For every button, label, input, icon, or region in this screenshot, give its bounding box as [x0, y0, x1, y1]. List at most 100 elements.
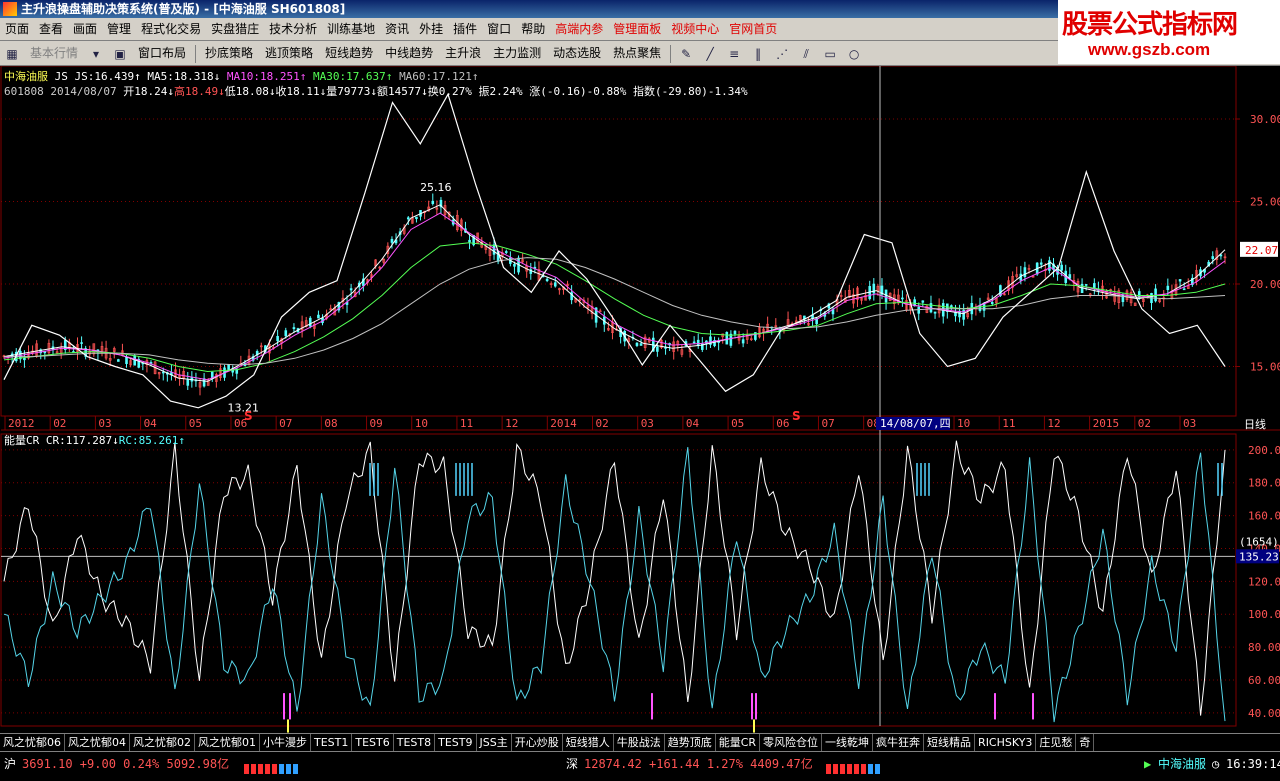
price-panel-frame — [0, 66, 1237, 417]
app-icon — [3, 2, 17, 16]
tab-formula[interactable]: 牛股战法 — [614, 734, 665, 751]
line-tool-icon[interactable]: ╱ — [701, 46, 719, 62]
stock-chart[interactable]: 30.00 25.00 20.00 15.00 200.00 180.00 160.00 14… — [0, 66, 1280, 733]
date-tick-label: 03 — [98, 417, 111, 430]
menu-item-page[interactable]: 页面 — [0, 18, 34, 40]
menu-item-view[interactable]: 查看 — [34, 18, 68, 40]
tab-formula[interactable]: TEST1 — [311, 734, 353, 751]
candle-body — [545, 278, 549, 282]
tab-formula[interactable]: 短线猎人 — [563, 734, 614, 751]
parallel-line-icon[interactable]: ≡ — [725, 46, 743, 62]
menu-item-training[interactable]: 训练基地 — [322, 18, 380, 40]
date-tick-label: 06 — [776, 417, 789, 430]
sh-label: 沪 — [4, 757, 17, 771]
date-tick-label: 02 — [53, 417, 66, 430]
date-tick-label: 04 — [144, 417, 158, 430]
circle-icon[interactable]: ○ — [845, 46, 863, 62]
cursor-value-label: 135.23 — [1239, 550, 1279, 563]
menu-item-video-center[interactable]: 视频中心 — [666, 18, 724, 40]
series-line-ma30 — [3, 242, 1226, 373]
toolbar-main-force[interactable]: 主力监测 — [487, 41, 547, 65]
tab-formula[interactable]: 一线乾坤 — [822, 734, 874, 751]
menu-item-home[interactable]: 官网首页 — [724, 18, 782, 40]
menu-item-screen[interactable]: 画面 — [68, 18, 102, 40]
candle-body — [23, 357, 26, 361]
draw-pen-icon[interactable]: ✎ — [677, 46, 695, 62]
toolbar-short-trend[interactable]: 短线趋势 — [319, 41, 379, 65]
chevron-down-icon[interactable]: ▾ — [87, 46, 105, 62]
date-tick-label: 03 — [641, 417, 654, 430]
toolbar-main-wave[interactable]: 主升浪 — [439, 41, 487, 65]
tab-formula[interactable]: 短线精品 — [924, 734, 976, 751]
series-line-ma5 — [3, 204, 1226, 382]
sh-index-values: 3691.10 +9.00 0.24% 5092.98亿 — [22, 757, 230, 771]
tab-formula[interactable]: TEST6 — [352, 734, 394, 751]
menu-item-plugin-ext[interactable]: 外挂 — [414, 18, 448, 40]
candle-body — [1023, 267, 1027, 278]
channel-icon[interactable]: ⫽ — [797, 46, 815, 62]
tab-formula[interactable]: 疯牛狂奔 — [873, 734, 925, 751]
grid-icon[interactable]: ▦ — [3, 46, 21, 62]
tab-formula[interactable]: 开心炒股 — [512, 734, 563, 751]
tab-formula[interactable]: TEST8 — [394, 734, 436, 751]
tab-formula[interactable]: 零风险仓位 — [760, 734, 823, 751]
menu-item-premium[interactable]: 高端内参 — [550, 18, 608, 40]
menu-item-tech-analysis[interactable]: 技术分析 — [264, 18, 322, 40]
tab-formula-active[interactable]: 能量CR — [716, 734, 761, 751]
tab-formula[interactable]: JSS主 — [477, 734, 512, 751]
toolbar-window-layout[interactable]: 窗口布局 — [132, 41, 192, 65]
toolbar-separator — [195, 44, 197, 63]
tab-formula[interactable]: TEST9 — [435, 734, 477, 751]
tab-formula[interactable]: 风之忧郁06 — [0, 734, 65, 751]
indicator-tick-label: 180.00 — [1248, 477, 1280, 490]
window-icon[interactable]: ▣ — [111, 46, 129, 62]
toolbar-basic-quotes[interactable]: 基本行情 — [24, 41, 84, 65]
candle-body — [921, 300, 925, 303]
menu-item-news[interactable]: 资讯 — [380, 18, 414, 40]
site-logo: 股票公式指标网 www.gszb.com — [1058, 0, 1280, 64]
rectangle-icon[interactable]: ▭ — [821, 46, 839, 62]
menu-item-window[interactable]: 窗口 — [482, 18, 516, 40]
toolbar-dynamic-pick[interactable]: 动态选股 — [547, 41, 607, 65]
tab-formula[interactable]: RICHSKY3 — [975, 734, 1037, 751]
menu-item-admin-panel[interactable]: 管理面板 — [608, 18, 666, 40]
menu-item-help[interactable]: 帮助 — [516, 18, 550, 40]
menu-item-live-hunt[interactable]: 实盘猎庄 — [206, 18, 264, 40]
toolbar-hot-focus[interactable]: 热点聚焦 — [607, 41, 667, 65]
candle-body — [1060, 264, 1063, 271]
menu-item-plugins[interactable]: 插件 — [448, 18, 482, 40]
toolbar-top-strategy[interactable]: 逃顶策略 — [259, 41, 319, 65]
date-tick-label: 09 — [370, 417, 383, 430]
indicator-name: 能量CR — [4, 434, 40, 447]
fan-lines-icon[interactable]: ⋰ — [773, 46, 791, 62]
tab-formula[interactable]: 庄见愁 — [1036, 734, 1077, 751]
tab-formula[interactable]: 小牛漫步 — [260, 734, 311, 751]
toolbar-bottom-strategy[interactable]: 抄底策略 — [199, 41, 259, 65]
candle-body — [553, 282, 557, 287]
candle-body — [884, 289, 888, 303]
status-stock-name[interactable]: 中海油服 — [1158, 753, 1206, 775]
tab-formula[interactable]: 风之忧郁04 — [65, 734, 130, 751]
menu-item-manage[interactable]: 管理 — [102, 18, 136, 40]
candle-body — [1182, 288, 1186, 291]
indicator-tick-label: 40.00 — [1248, 707, 1280, 720]
candle-body — [292, 327, 296, 330]
tab-formula[interactable]: 风之忧郁01 — [195, 734, 260, 751]
series-line-ma10 — [3, 212, 1226, 381]
menu-item-program-trading[interactable]: 程式化交易 — [136, 18, 206, 40]
date-tick-label: 03 — [1183, 417, 1196, 430]
tab-formula[interactable]: 风之忧郁02 — [130, 734, 195, 751]
tab-formula[interactable]: 趋势顶底 — [665, 734, 716, 751]
candle-body — [390, 238, 394, 243]
candle-body — [725, 332, 729, 345]
toolbar-mid-trend[interactable]: 中线趋势 — [379, 41, 439, 65]
candle-body — [1178, 279, 1182, 282]
candle-body — [933, 311, 937, 314]
indicator-tick-label: 100.00 — [1248, 608, 1280, 621]
vertical-lines-icon[interactable]: ‖ — [749, 46, 767, 62]
candle-body — [990, 302, 994, 304]
tab-formula[interactable]: 奇 — [1076, 734, 1095, 751]
candle-body — [468, 239, 471, 243]
price-tick-label: 25.00 — [1250, 196, 1280, 209]
candle-body — [415, 216, 418, 220]
